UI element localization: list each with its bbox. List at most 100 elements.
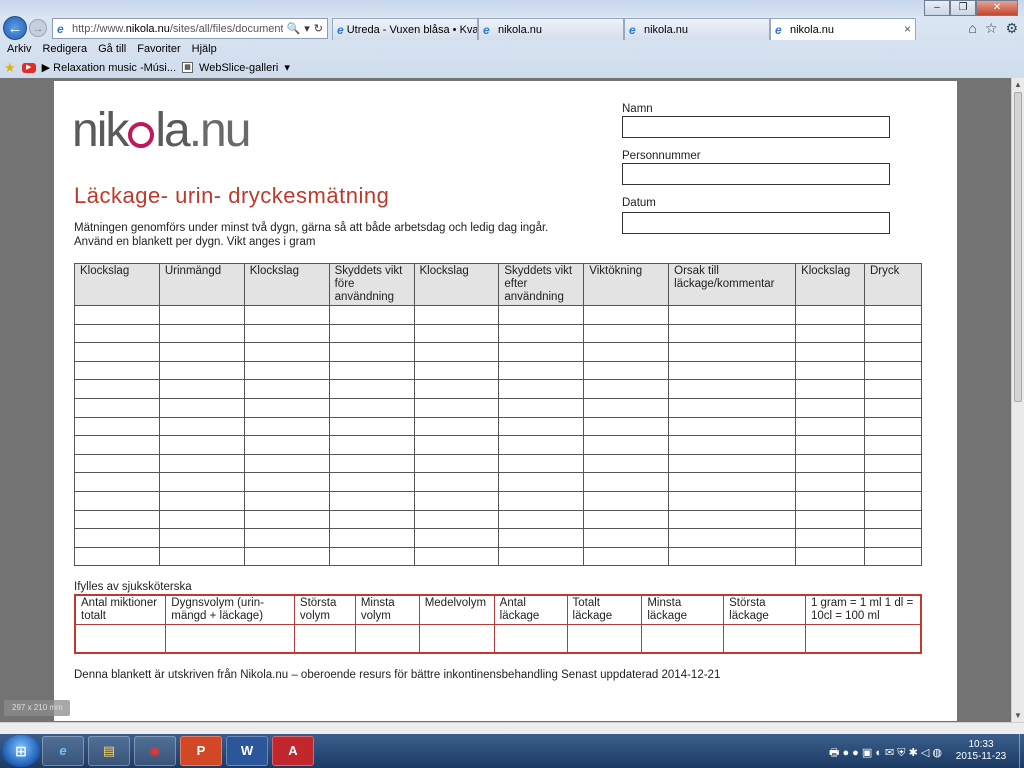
table-cell[interactable] (668, 528, 797, 548)
table-cell[interactable] (668, 490, 797, 511)
table-cell[interactable] (158, 323, 245, 344)
table-cell[interactable] (74, 509, 160, 530)
table-cell[interactable] (498, 416, 585, 437)
table-cell[interactable] (583, 472, 670, 492)
table-cell[interactable] (668, 509, 797, 530)
table-cell[interactable] (413, 360, 500, 381)
table-cell[interactable] (413, 379, 500, 399)
table-cell[interactable] (795, 305, 865, 325)
table-cell[interactable] (583, 490, 670, 511)
cell-minsta-volym[interactable] (354, 624, 420, 653)
table-cell[interactable] (498, 546, 585, 567)
table-cell[interactable] (583, 509, 670, 530)
tab-nikola-active[interactable]: e nikola.nu × (770, 18, 916, 40)
table-cell[interactable] (243, 323, 330, 344)
table-cell[interactable] (243, 435, 330, 455)
table-cell[interactable] (498, 472, 585, 492)
table-cell[interactable] (864, 360, 922, 381)
table-cell[interactable] (243, 397, 330, 418)
table-cell[interactable] (668, 342, 797, 362)
table-cell[interactable] (668, 453, 797, 474)
table-cell[interactable] (158, 305, 245, 325)
table-cell[interactable] (413, 416, 500, 437)
table-cell[interactable] (74, 490, 160, 511)
table-cell[interactable] (864, 509, 922, 530)
table-cell[interactable] (413, 342, 500, 362)
taskbar-pdf-icon[interactable]: A (272, 736, 314, 766)
webslice-dropdown-icon[interactable]: ▾ (284, 61, 290, 74)
table-cell[interactable] (583, 379, 670, 399)
table-cell[interactable] (498, 509, 585, 530)
table-cell[interactable] (795, 546, 865, 567)
table-cell[interactable] (328, 435, 415, 455)
table-cell[interactable] (864, 323, 922, 344)
table-cell[interactable] (158, 490, 245, 511)
table-cell[interactable] (583, 323, 670, 344)
datum-field[interactable] (622, 212, 890, 234)
tools-gear-icon[interactable]: ⚙ (1005, 20, 1018, 37)
horizontal-scrollbar[interactable] (0, 722, 1024, 734)
table-cell[interactable] (328, 509, 415, 530)
table-cell[interactable] (864, 379, 922, 399)
table-cell[interactable] (795, 360, 865, 381)
table-cell[interactable] (864, 453, 922, 474)
taskbar-word-icon[interactable]: W (226, 736, 268, 766)
table-cell[interactable] (668, 472, 797, 492)
menu-ga-till[interactable]: Gå till (98, 43, 126, 55)
table-cell[interactable] (243, 416, 330, 437)
table-cell[interactable] (328, 416, 415, 437)
table-cell[interactable] (668, 360, 797, 381)
table-cell[interactable] (498, 305, 585, 325)
cell-dygnsvolym[interactable] (165, 624, 295, 653)
table-cell[interactable] (498, 397, 585, 418)
table-cell[interactable] (74, 342, 160, 362)
table-cell[interactable] (413, 528, 500, 548)
cell-storsta-volym[interactable] (293, 624, 356, 653)
table-cell[interactable] (243, 546, 330, 567)
refresh-icon[interactable]: ↻ (314, 22, 323, 35)
table-cell[interactable] (328, 546, 415, 567)
table-cell[interactable] (795, 528, 865, 548)
table-cell[interactable] (74, 546, 160, 567)
table-cell[interactable] (413, 490, 500, 511)
cell-totalt-lackage[interactable] (566, 624, 643, 653)
table-cell[interactable] (243, 490, 330, 511)
table-cell[interactable] (158, 546, 245, 567)
cell-storsta-lackage[interactable] (723, 624, 806, 653)
table-cell[interactable] (795, 342, 865, 362)
table-cell[interactable] (668, 323, 797, 344)
minimize-button[interactable]: – (924, 0, 950, 16)
table-cell[interactable] (498, 342, 585, 362)
table-cell[interactable] (328, 360, 415, 381)
scroll-up-icon[interactable]: ▲ (1014, 80, 1022, 89)
table-cell[interactable] (328, 397, 415, 418)
favorites-star-icon[interactable]: ☆ (985, 20, 998, 37)
table-cell[interactable] (864, 472, 922, 492)
table-cell[interactable] (864, 305, 922, 325)
table-cell[interactable] (795, 490, 865, 511)
home-icon[interactable]: ⌂ (968, 20, 976, 37)
table-cell[interactable] (413, 509, 500, 530)
chevron-down-icon[interactable]: ▾ (304, 22, 310, 35)
table-cell[interactable] (243, 528, 330, 548)
table-cell[interactable] (413, 435, 500, 455)
table-cell[interactable] (413, 323, 500, 344)
cell-antal-lackage[interactable] (493, 624, 568, 653)
table-cell[interactable] (243, 379, 330, 399)
table-cell[interactable] (74, 453, 160, 474)
table-cell[interactable] (74, 528, 160, 548)
table-cell[interactable] (328, 490, 415, 511)
table-cell[interactable] (795, 379, 865, 399)
table-cell[interactable] (243, 509, 330, 530)
table-cell[interactable] (795, 453, 865, 474)
table-cell[interactable] (74, 472, 160, 492)
table-cell[interactable] (74, 435, 160, 455)
table-cell[interactable] (158, 453, 245, 474)
taskbar-clock[interactable]: 10:33 2015-11-23 (946, 739, 1016, 763)
table-cell[interactable] (864, 416, 922, 437)
name-field[interactable] (622, 116, 890, 138)
table-cell[interactable] (74, 416, 160, 437)
table-cell[interactable] (243, 472, 330, 492)
table-cell[interactable] (498, 360, 585, 381)
tab-nikola-1[interactable]: e nikola.nu (478, 18, 624, 40)
